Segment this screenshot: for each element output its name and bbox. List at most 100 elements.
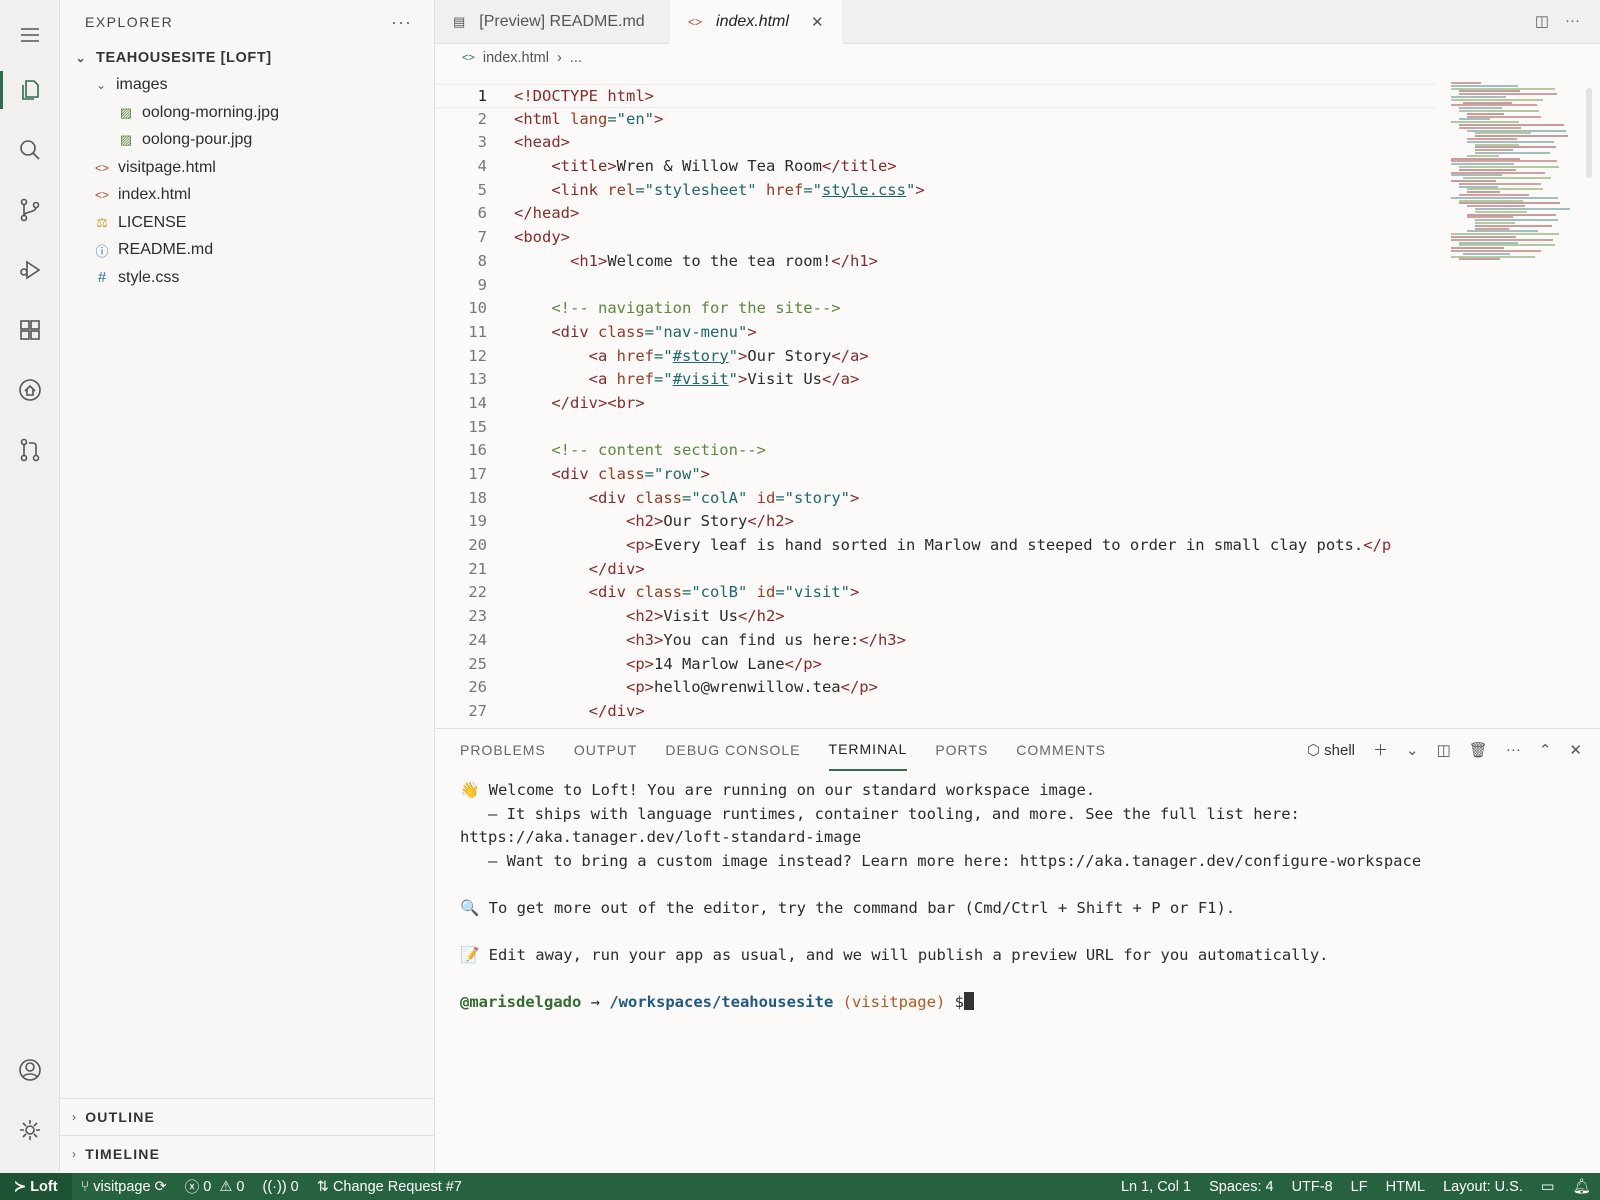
notifications-bell-icon[interactable]: 🔔︎	[1564, 1173, 1600, 1200]
search-view-button[interactable]	[0, 125, 60, 175]
maximize-panel-icon[interactable]: ⌃	[1539, 741, 1552, 759]
tree-folder-images[interactable]: ⌄ images	[60, 72, 434, 100]
problems-indicator[interactable]: ⓧ 0 ⚠ 0	[176, 1173, 254, 1200]
terminal-output[interactable]: 👋 Welcome to Loft! You are running on ou…	[460, 779, 1580, 1015]
encoding[interactable]: UTF-8	[1283, 1173, 1342, 1200]
branch-icon: ⑂	[80, 1178, 94, 1195]
code-token: ="story"	[775, 488, 850, 507]
sync-icon: ⟳	[150, 1178, 167, 1195]
remote-indicator[interactable]: ≻ Loft	[0, 1173, 72, 1200]
menu-button[interactable]	[0, 10, 60, 60]
split-editor-icon[interactable]: ◫	[1535, 12, 1549, 30]
run-debug-view-button[interactable]	[0, 245, 60, 295]
outline-section-header[interactable]: › OUTLINE	[60, 1098, 435, 1135]
indentation[interactable]: Spaces: 4	[1200, 1173, 1283, 1200]
tree-file-index[interactable]: <> index.html	[60, 182, 434, 210]
code-line: 5 <link rel="stylesheet" href="style.css…	[435, 179, 1435, 203]
breadcrumb-rest[interactable]: ...	[570, 50, 582, 66]
end-of-line[interactable]: LF	[1342, 1173, 1377, 1200]
manage-button[interactable]	[0, 1105, 60, 1155]
split-terminal-icon[interactable]: ◫	[1437, 741, 1451, 759]
extensions-icon	[20, 320, 40, 340]
line-number: 20	[468, 536, 487, 555]
minimap-line	[1475, 222, 1515, 224]
workspace-root-folder[interactable]: ⌄ TEAHOUSESITE [LOFT]	[60, 44, 434, 72]
tree-file-oolong-pour[interactable]: ▨ oolong-pour.jpg	[60, 127, 434, 155]
source-control-view-button[interactable]	[0, 185, 60, 235]
tree-file-readme[interactable]: ⓘ README.md	[60, 237, 434, 265]
accounts-button[interactable]	[0, 1045, 60, 1095]
minimap-line	[1459, 126, 1521, 129]
minimap-line	[1451, 255, 1535, 258]
trash-icon[interactable]: 🗑	[1469, 741, 1488, 759]
chevron-down-icon[interactable]: ⌄	[1406, 741, 1419, 759]
code-line: 23 <h2>Visit Us</h2>	[435, 605, 1435, 629]
tree-file-visitpage[interactable]: <> visitpage.html	[60, 154, 434, 182]
tree-file-license[interactable]: ⚖ LICENSE	[60, 209, 434, 237]
breadcrumb-file[interactable]: index.html	[483, 50, 549, 66]
terminal-shell-selector[interactable]: ⬡ shell	[1307, 741, 1355, 759]
terminal-line: 🔍 To get more out of the editor, try the…	[460, 898, 1236, 917]
code-line: 3 <head>	[435, 131, 1435, 155]
code-token: >	[738, 346, 748, 365]
feedback-icon[interactable]: ▭	[1532, 1173, 1564, 1200]
remote-explorer-view-button[interactable]	[0, 365, 60, 415]
tree-file-oolong-morning[interactable]: ▨ oolong-morning.jpg	[60, 99, 434, 127]
tab-index-html[interactable]: <> index.html ✕	[670, 0, 842, 45]
branch-indicator[interactable]: ⑂ visitpage ⟳	[72, 1173, 176, 1200]
tab-terminal[interactable]: TERMINAL	[828, 729, 908, 771]
files-icon	[22, 80, 39, 100]
chevron-right-icon: ›	[72, 1147, 78, 1161]
minimap-line	[1475, 208, 1570, 210]
language-mode[interactable]: HTML	[1377, 1173, 1434, 1200]
more-actions-icon[interactable]: ···	[1506, 741, 1521, 758]
pull-request-icon: ⇅	[316, 1178, 333, 1195]
minimap-line	[1475, 152, 1550, 154]
minimap[interactable]	[1451, 82, 1581, 262]
tree-file-style[interactable]: # style.css	[60, 264, 434, 292]
close-icon[interactable]: ✕	[1569, 741, 1582, 759]
code-line: 4 <title>Wren & Willow Tea Room</title>	[435, 155, 1435, 179]
minimap-line	[1459, 166, 1559, 168]
tab-comments[interactable]: COMMENTS	[1016, 729, 1106, 771]
line-number: 25	[468, 654, 487, 673]
more-actions-icon[interactable]: ···	[1565, 12, 1580, 30]
tab-output[interactable]: OUTPUT	[574, 729, 638, 771]
code-link[interactable]: #visit	[673, 370, 729, 388]
tab-problems[interactable]: PROBLEMS	[460, 729, 546, 771]
code-link[interactable]: style.css	[822, 181, 906, 199]
html-file-icon: <>	[94, 160, 109, 175]
prompt-path: /workspaces/teahousesite	[609, 993, 834, 1012]
pull-requests-view-button[interactable]	[0, 425, 60, 475]
code-token: ="colA"	[682, 488, 757, 507]
line-number: 15	[468, 417, 487, 436]
line-number: 5	[477, 180, 487, 199]
tab-readme-preview[interactable]: ▤ [Preview] README.md	[435, 0, 670, 44]
prompt-arrow: →	[581, 993, 610, 1012]
run-debug-icon	[20, 260, 41, 280]
ports-indicator[interactable]: ((·)) 0	[254, 1173, 308, 1200]
keyboard-layout[interactable]: Layout: U.S.	[1434, 1173, 1532, 1200]
minimap-line	[1475, 224, 1552, 227]
cursor-position[interactable]: Ln 1, Col 1	[1112, 1173, 1200, 1200]
minimap-line	[1451, 196, 1558, 199]
line-number: 11	[468, 322, 487, 341]
minimap-line	[1451, 174, 1502, 177]
minimap-line	[1467, 129, 1566, 132]
timeline-section-header[interactable]: › TIMELINE	[60, 1135, 435, 1172]
explorer-view-button[interactable]	[0, 65, 60, 115]
code-token: </a>	[831, 346, 869, 365]
new-terminal-icon[interactable]: ＋	[1373, 739, 1388, 760]
code-editor[interactable]: <> index.html › ... 1 <!DOCTYPE html> 2 <h…	[435, 44, 1600, 728]
code-token: <link	[514, 180, 608, 199]
code-link[interactable]: #story	[673, 347, 729, 365]
more-actions-icon[interactable]: ···	[391, 12, 412, 33]
line-number: 18	[468, 488, 487, 507]
change-request-indicator[interactable]: ⇅ Change Request #7	[308, 1173, 471, 1200]
editor-scrollbar[interactable]	[1586, 88, 1592, 178]
close-icon[interactable]: ✕	[811, 13, 824, 31]
tab-debug-console[interactable]: DEBUG CONSOLE	[665, 729, 800, 771]
extensions-view-button[interactable]	[0, 305, 60, 355]
tab-ports[interactable]: PORTS	[935, 729, 988, 771]
code-area[interactable]: 1 <!DOCTYPE html> 2 <html lang="en"> 3 <hea…	[435, 84, 1435, 728]
